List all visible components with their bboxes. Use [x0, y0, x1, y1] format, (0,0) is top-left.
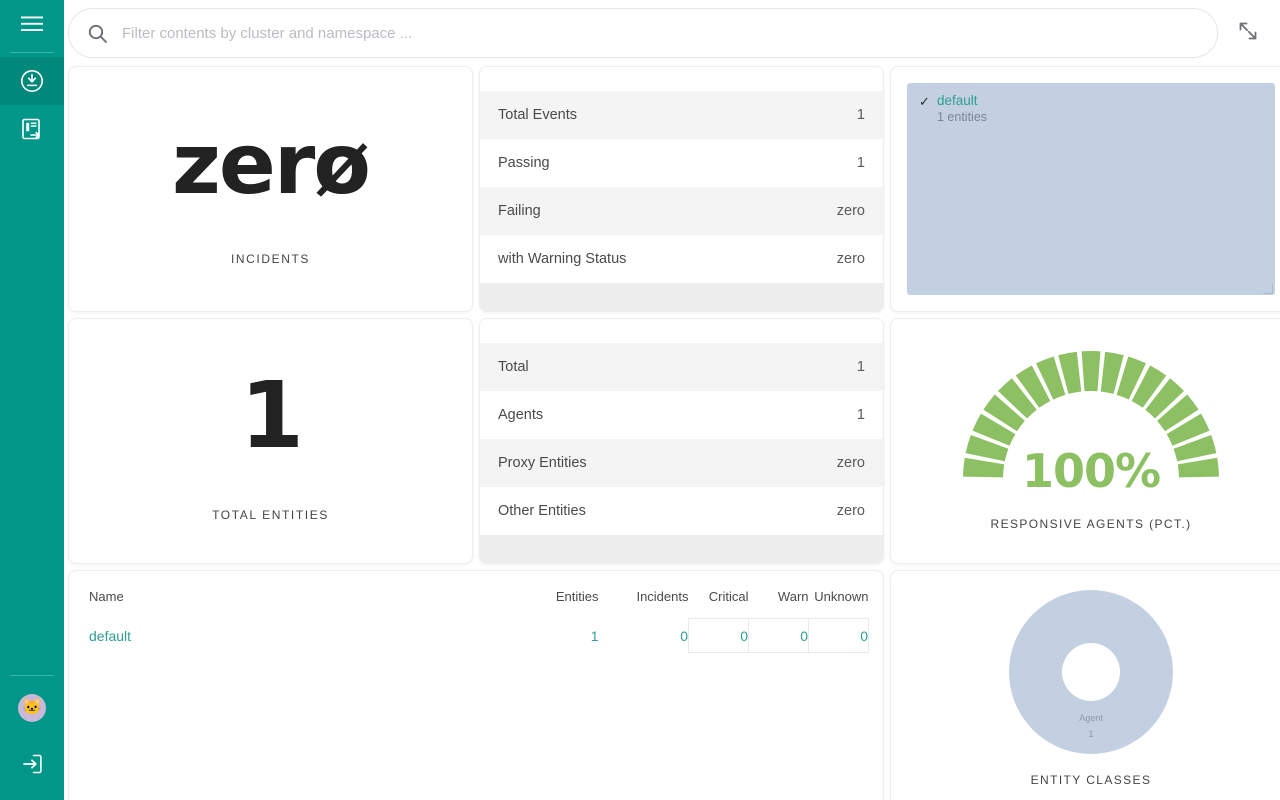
donut-slice-value: 1 [1006, 729, 1176, 739]
stat-row: Failing zero [480, 187, 883, 235]
sign-out-icon [19, 751, 45, 777]
namespace-selector-card: ✓ default 1 entities [890, 66, 1280, 312]
stat-value: zero [837, 251, 865, 267]
dashboard-grid: zerø INCIDENTS Total Events 1 Passing 1 [64, 66, 1280, 800]
cell-critical: 0 [689, 619, 749, 653]
cell-warn: 0 [749, 619, 809, 653]
namespace-entity-count: 1 entities [937, 109, 987, 125]
avatar: 🐱 [18, 694, 46, 722]
events-stats-list: Total Events 1 Passing 1 Failing zero wi… [480, 91, 883, 311]
cell-name[interactable]: default [83, 619, 519, 653]
cell-entities: 1 [519, 619, 599, 653]
sidebar-top [0, 0, 64, 153]
sidebar-item-entities[interactable] [0, 105, 64, 153]
stat-row: Passing 1 [480, 139, 883, 187]
incidents-value: zerø [172, 122, 369, 206]
sidebar: 🐱 [0, 0, 64, 800]
stat-label: with Warning Status [498, 251, 837, 267]
namespace-listbox[interactable]: ✓ default 1 entities [907, 83, 1275, 295]
stat-value: zero [837, 455, 865, 471]
entities-card-footer [480, 535, 883, 563]
stat-value: 1 [857, 155, 865, 171]
stat-label: Other Entities [498, 503, 837, 519]
sidebar-divider [10, 52, 54, 53]
events-card-spacer [480, 67, 883, 91]
table-body: default 1 0 0 0 0 [83, 619, 869, 653]
incidents-label: INCIDENTS [231, 252, 310, 266]
gauge-segment [1082, 351, 1101, 391]
responsive-agents-gauge-card: 100% RESPONSIVE AGENTS (PCT.) [890, 318, 1280, 564]
fullscreen-expand-button[interactable] [1226, 11, 1270, 55]
gauge-circle-icon [19, 68, 45, 94]
gauge-value: 100% [951, 444, 1231, 498]
events-stats-card: Total Events 1 Passing 1 Failing zero wi… [479, 66, 884, 312]
search-bar[interactable] [68, 8, 1218, 58]
entity-classes-donut: Agent 1 [1006, 587, 1176, 757]
entities-card-spacer [480, 319, 883, 343]
stat-row: Proxy Entities zero [480, 439, 883, 487]
namespace-name: default [937, 93, 987, 109]
sidebar-item-dashboard[interactable] [0, 57, 64, 105]
stat-value: 1 [857, 107, 865, 123]
stat-value: zero [837, 203, 865, 219]
table-head: Name Entities Incidents Critical Warn Un… [83, 589, 869, 619]
sidebar-bottom: 🐱 [0, 671, 64, 800]
entity-classes-card: Agent 1 ENTITY CLASSES [890, 570, 1280, 800]
sidebar-divider-bottom [10, 675, 54, 676]
entities-stats-list: Total 1 Agents 1 Proxy Entities zero Oth… [480, 343, 883, 563]
stat-row: Total 1 [480, 343, 883, 391]
cell-incidents: 0 [599, 619, 689, 653]
stat-label: Proxy Entities [498, 455, 837, 471]
namespace-item-texts: default 1 entities [937, 93, 987, 125]
gauge-chart: 100% [951, 327, 1231, 502]
search-input[interactable] [122, 25, 1199, 42]
stat-label: Total Events [498, 107, 857, 123]
events-card-footer [480, 283, 883, 311]
stat-value: zero [837, 503, 865, 519]
stat-row: with Warning Status zero [480, 235, 883, 283]
total-entities-card: 1 TOTAL ENTITIES [68, 318, 473, 564]
column-header-unknown[interactable]: Unknown [809, 589, 869, 619]
total-entities-label: TOTAL ENTITIES [212, 508, 329, 522]
fullscreen-expand-icon [1237, 20, 1259, 47]
column-header-entities[interactable]: Entities [519, 589, 599, 619]
namespace-table: Name Entities Incidents Critical Warn Un… [83, 589, 869, 653]
incidents-card: zerø INCIDENTS [68, 66, 473, 312]
stat-label: Agents [498, 407, 857, 423]
total-entities-value: 1 [240, 370, 301, 462]
hamburger-menu-button[interactable] [0, 0, 64, 48]
check-icon: ✓ [919, 93, 937, 110]
stat-label: Passing [498, 155, 857, 171]
stat-value: 1 [857, 407, 865, 423]
stat-row: Total Events 1 [480, 91, 883, 139]
avatar-glyph: 🐱 [22, 700, 42, 716]
cell-unknown: 0 [809, 619, 869, 653]
hamburger-menu-icon [21, 16, 43, 32]
table-header-row: Name Entities Incidents Critical Warn Un… [83, 589, 869, 619]
app-root: 🐱 [0, 0, 1280, 800]
avatar-button[interactable]: 🐱 [0, 680, 64, 736]
entities-stats-card: Total 1 Agents 1 Proxy Entities zero Oth… [479, 318, 884, 564]
namespace-table-card: Name Entities Incidents Critical Warn Un… [68, 570, 884, 800]
stat-row: Other Entities zero [480, 487, 883, 535]
column-header-name[interactable]: Name [83, 589, 519, 619]
entity-classes-label: ENTITY CLASSES [1031, 773, 1152, 787]
resize-handle-icon[interactable] [1263, 284, 1273, 294]
search-icon [87, 23, 108, 44]
topbar [64, 0, 1280, 66]
donut-slice-name: Agent [1006, 713, 1176, 723]
stat-label: Failing [498, 203, 837, 219]
table-row[interactable]: default 1 0 0 0 0 [83, 619, 869, 653]
logout-button[interactable] [0, 736, 64, 792]
column-header-incidents[interactable]: Incidents [599, 589, 689, 619]
stat-value: 1 [857, 359, 865, 375]
main-content: zerø INCIDENTS Total Events 1 Passing 1 [64, 0, 1280, 800]
document-export-icon [19, 116, 45, 142]
stat-row: Agents 1 [480, 391, 883, 439]
namespace-list-item[interactable]: ✓ default 1 entities [919, 93, 1263, 125]
gauge-label: RESPONSIVE AGENTS (PCT.) [991, 517, 1192, 531]
column-header-critical[interactable]: Critical [689, 589, 749, 619]
column-header-warn[interactable]: Warn [749, 589, 809, 619]
stat-label: Total [498, 359, 857, 375]
